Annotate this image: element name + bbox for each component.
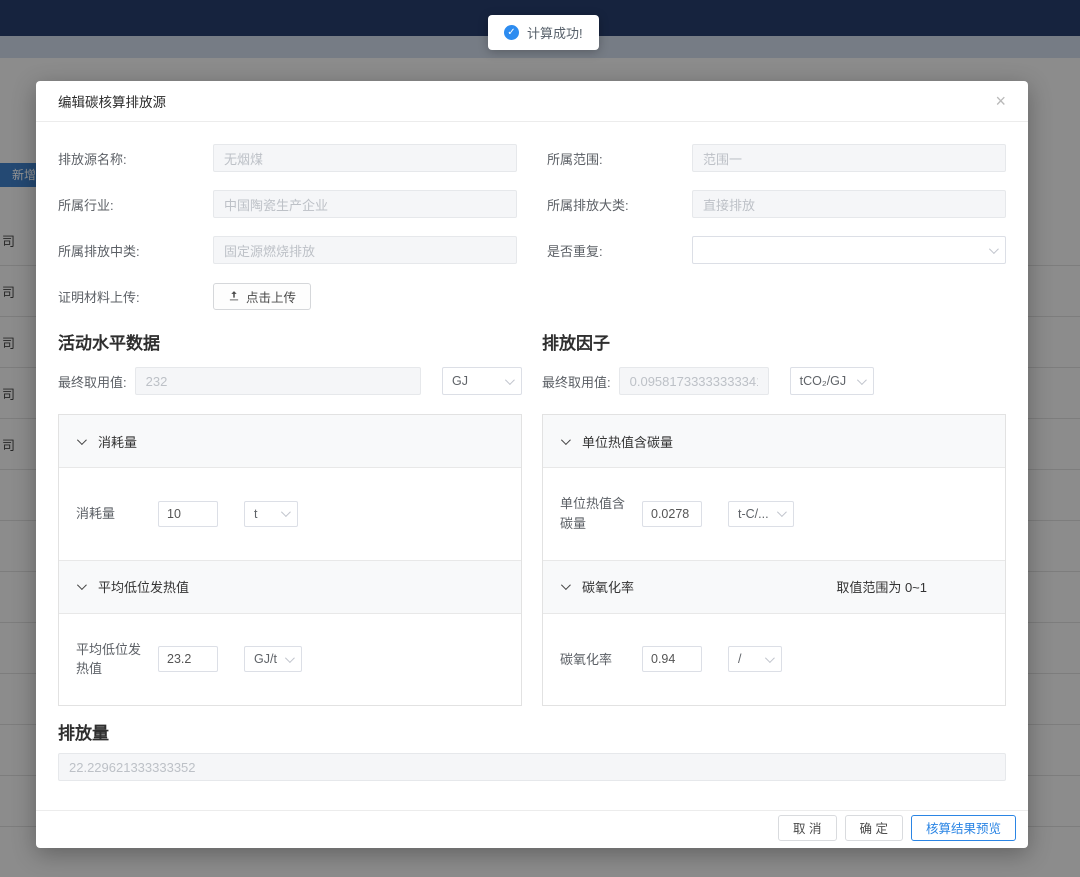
chevron-down-icon bbox=[857, 375, 867, 385]
form-row-major-category: 所属排放大类: bbox=[547, 190, 1006, 218]
oxidation-rate-body: 碳氧化率 / bbox=[543, 613, 1005, 706]
dialog-body: 排放源名称: 所属范围: 所属行业: 所属排放大类: 所属排放中类: 是否重复: bbox=[36, 144, 1028, 781]
heat-value-collapse-header[interactable]: 平均低位发热值 bbox=[59, 561, 521, 613]
heat-value-body: 平均低位发热值 GJ/t bbox=[59, 613, 521, 706]
activity-unit-select[interactable]: GJ bbox=[442, 367, 522, 395]
industry-input bbox=[213, 190, 517, 218]
chevron-down-icon bbox=[285, 653, 295, 663]
duplicate-select[interactable] bbox=[692, 236, 1006, 264]
duplicate-label: 是否重复: bbox=[547, 241, 692, 260]
factor-unit-select[interactable]: tCO₂/GJ bbox=[790, 367, 874, 395]
scope-input bbox=[692, 144, 1006, 172]
source-name-input bbox=[213, 144, 517, 172]
activity-panel: 消耗量 消耗量 t 平均低位发热值 bbox=[58, 414, 522, 706]
heat-value-title: 平均低位发热值 bbox=[98, 577, 189, 596]
form-row-industry: 所属行业: bbox=[58, 190, 517, 218]
consumption-unit-select[interactable]: t bbox=[244, 501, 298, 527]
form-row-mid-category: 所属排放中类: bbox=[58, 236, 517, 264]
chevron-down-icon bbox=[777, 507, 787, 517]
oxidation-rate-hint: 取值范围为 0~1 bbox=[836, 577, 927, 596]
oxidation-rate-input[interactable] bbox=[642, 646, 702, 672]
factor-final-label: 最终取用值: bbox=[542, 372, 611, 391]
oxidation-rate-title: 碳氧化率 bbox=[582, 577, 634, 596]
dialog-footer: 取 消 确 定 核算结果预览 bbox=[36, 810, 1028, 848]
confirm-button[interactable]: 确 定 bbox=[845, 815, 903, 841]
heat-value-input[interactable] bbox=[158, 646, 218, 672]
oxidation-rate-unit-value: / bbox=[738, 652, 741, 666]
activity-data-heading: 活动水平数据 bbox=[58, 329, 522, 354]
consumption-body: 消耗量 t bbox=[59, 467, 521, 561]
chevron-down-icon bbox=[989, 244, 999, 254]
scope-label: 所属范围: bbox=[547, 149, 692, 168]
carbon-content-unit-value: t-C/... bbox=[738, 507, 769, 521]
toast-notification: ✓ 计算成功! bbox=[488, 15, 599, 50]
carbon-content-field-label: 单位热值含碳量 bbox=[560, 494, 632, 533]
upload-label: 证明材料上传: bbox=[58, 287, 213, 306]
heat-value-unit-value: GJ/t bbox=[254, 652, 277, 666]
collapse-arrow-icon bbox=[77, 580, 87, 590]
emission-amount-heading: 排放量 bbox=[58, 719, 1006, 744]
close-icon[interactable]: × bbox=[995, 92, 1006, 110]
form-row-duplicate: 是否重复: bbox=[547, 236, 1006, 264]
oxidation-rate-unit-select[interactable]: / bbox=[728, 646, 782, 672]
form-row-upload: 证明材料上传: 点击上传 bbox=[58, 282, 1006, 310]
factor-unit-value: tCO₂/GJ bbox=[800, 374, 847, 388]
industry-label: 所属行业: bbox=[58, 195, 213, 214]
oxidation-rate-collapse-header[interactable]: 碳氧化率 取值范围为 0~1 bbox=[543, 561, 1005, 613]
carbon-content-unit-select[interactable]: t-C/... bbox=[728, 501, 794, 527]
upload-icon bbox=[228, 290, 240, 302]
chevron-down-icon bbox=[281, 507, 291, 517]
consumption-title: 消耗量 bbox=[98, 432, 137, 451]
chevron-down-icon bbox=[505, 375, 515, 385]
factor-final-row: 最终取用值: tCO₂/GJ bbox=[542, 367, 1006, 395]
form-row-source-name: 排放源名称: bbox=[58, 144, 517, 172]
upload-button[interactable]: 点击上传 bbox=[213, 283, 311, 310]
major-category-input bbox=[692, 190, 1006, 218]
success-check-icon: ✓ bbox=[504, 25, 519, 40]
emission-factor-column: 排放因子 最终取用值: tCO₂/GJ 单位热值含碳量 单位热值含碳 bbox=[542, 310, 1006, 706]
dialog-title: 编辑碳核算排放源 bbox=[58, 91, 166, 111]
oxidation-rate-field-label: 碳氧化率 bbox=[560, 650, 632, 670]
activity-data-column: 活动水平数据 最终取用值: GJ 消耗量 消耗量 bbox=[58, 310, 522, 706]
mid-category-label: 所属排放中类: bbox=[58, 241, 213, 260]
toast-message: 计算成功! bbox=[527, 23, 583, 42]
heat-value-unit-select[interactable]: GJ/t bbox=[244, 646, 302, 672]
carbon-content-collapse-header[interactable]: 单位热值含碳量 bbox=[543, 415, 1005, 467]
result-preview-button[interactable]: 核算结果预览 bbox=[911, 815, 1016, 841]
dialog-header: 编辑碳核算排放源 × bbox=[36, 81, 1028, 122]
carbon-content-input[interactable] bbox=[642, 501, 702, 527]
carbon-content-title: 单位热值含碳量 bbox=[582, 432, 673, 451]
basic-info-form: 排放源名称: 所属范围: 所属行业: 所属排放大类: 所属排放中类: 是否重复: bbox=[58, 144, 1006, 264]
emission-factor-heading: 排放因子 bbox=[542, 329, 1006, 354]
consumption-field-label: 消耗量 bbox=[76, 504, 148, 524]
collapse-arrow-icon bbox=[561, 580, 571, 590]
source-name-label: 排放源名称: bbox=[58, 149, 213, 168]
consumption-collapse-header[interactable]: 消耗量 bbox=[59, 415, 521, 467]
activity-final-input bbox=[135, 367, 421, 395]
activity-unit-value: GJ bbox=[452, 374, 468, 388]
upload-button-label: 点击上传 bbox=[246, 287, 296, 306]
activity-final-row: 最终取用值: GJ bbox=[58, 367, 522, 395]
consumption-unit-value: t bbox=[254, 507, 257, 521]
collapse-arrow-icon bbox=[561, 435, 571, 445]
major-category-label: 所属排放大类: bbox=[547, 195, 692, 214]
activity-final-label: 最终取用值: bbox=[58, 372, 127, 391]
factor-panel: 单位热值含碳量 单位热值含碳量 t-C/... 碳氧化率 取值范围为 0~1 bbox=[542, 414, 1006, 706]
form-row-scope: 所属范围: bbox=[547, 144, 1006, 172]
mid-category-input bbox=[213, 236, 517, 264]
data-sections: 活动水平数据 最终取用值: GJ 消耗量 消耗量 bbox=[58, 310, 1006, 706]
carbon-content-body: 单位热值含碳量 t-C/... bbox=[543, 467, 1005, 561]
collapse-arrow-icon bbox=[77, 435, 87, 445]
edit-emission-source-dialog: 编辑碳核算排放源 × 排放源名称: 所属范围: 所属行业: 所属排放大类: 所属… bbox=[36, 81, 1028, 848]
consumption-input[interactable] bbox=[158, 501, 218, 527]
chevron-down-icon bbox=[765, 653, 775, 663]
cancel-button[interactable]: 取 消 bbox=[778, 815, 836, 841]
factor-final-input bbox=[619, 367, 769, 395]
heat-value-field-label: 平均低位发热值 bbox=[76, 640, 148, 679]
emission-amount-input bbox=[58, 753, 1006, 781]
